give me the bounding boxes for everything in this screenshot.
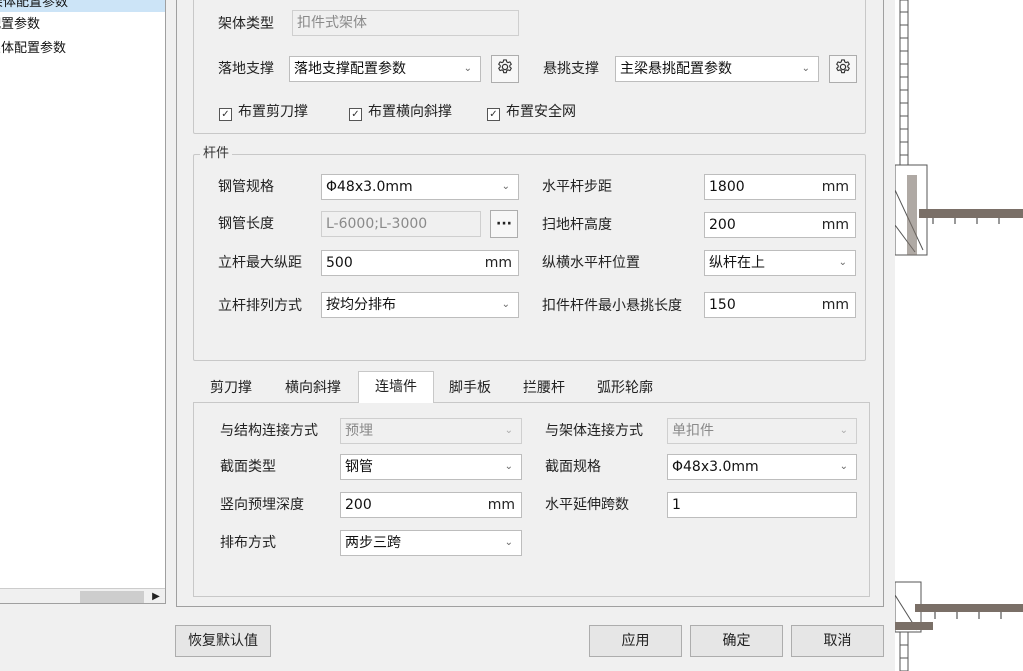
gear-icon: [834, 58, 852, 80]
rod-position-label: 纵横水平杆位置: [542, 255, 640, 271]
chevron-down-icon: ⌄: [504, 425, 513, 436]
max-spacing-input[interactable]: 500 mm: [321, 250, 519, 276]
tab-waist-rail[interactable]: 拦腰杆: [513, 373, 575, 403]
span-count-input[interactable]: 1: [667, 492, 857, 518]
scaffold-drawing: [894, 0, 1023, 671]
apply-button[interactable]: 应用: [589, 625, 682, 657]
members-group-title: 杆件: [200, 146, 233, 162]
embed-depth-input[interactable]: 200 mm: [340, 492, 522, 518]
step-input[interactable]: 1800 mm: [704, 174, 856, 200]
chevron-down-icon: ⌄: [839, 425, 848, 436]
unit-label: mm: [821, 297, 849, 313]
config-tree[interactable]: 架体配置参数 配置参数 架体配置参数 ▶: [0, 0, 166, 604]
pipe-spec-label: 钢管规格: [218, 179, 274, 195]
cantilever-settings-button[interactable]: [829, 55, 857, 83]
scrollbar-thumb[interactable]: [80, 591, 144, 603]
chevron-down-icon: ⌄: [504, 537, 513, 548]
drawing-preview[interactable]: [894, 0, 1023, 671]
layout-select[interactable]: 两步三跨 ⌄: [340, 530, 522, 556]
horizontal-scrollbar[interactable]: ▶: [0, 588, 165, 603]
chevron-down-icon: ⌄: [463, 63, 472, 74]
safety-net-checkbox[interactable]: ✓ 布置安全网: [487, 102, 576, 122]
pipe-length-field: L-6000;L-3000: [321, 211, 481, 237]
section-type-select[interactable]: 钢管 ⌄: [340, 454, 522, 480]
tab-scissor-brace[interactable]: 剪刀撑: [199, 373, 263, 403]
tree-item[interactable]: 架体配置参数: [0, 0, 165, 12]
unit-label: mm: [821, 179, 849, 195]
scissor-brace-checkbox[interactable]: ✓ 布置剪刀撑: [219, 102, 308, 122]
embed-depth-label: 竖向预埋深度: [220, 497, 304, 513]
tab-arc-contour[interactable]: 弧形轮廓: [587, 373, 663, 403]
cantilever-support-label: 悬挑支撑: [543, 61, 599, 77]
triangle-right-icon[interactable]: ▶: [148, 589, 164, 603]
tree-item[interactable]: 架体配置参数: [0, 40, 66, 58]
section-spec-select[interactable]: Φ48x3.0mm ⌄: [667, 454, 857, 480]
arrangement-label: 立杆排列方式: [218, 298, 302, 314]
cantilever-support-select[interactable]: 主梁悬挑配置参数 ⌄: [615, 56, 819, 82]
reset-defaults-button[interactable]: 恢复默认值: [175, 625, 271, 657]
sweep-height-label: 扫地杆高度: [542, 217, 612, 233]
unit-label: mm: [487, 497, 515, 513]
chevron-down-icon: ⌄: [501, 181, 510, 192]
step-label: 水平杆步距: [542, 179, 612, 195]
pipe-length-label: 钢管长度: [218, 216, 274, 232]
unit-label: mm: [821, 217, 849, 233]
struct-conn-label: 与结构连接方式: [220, 423, 318, 439]
section-spec-label: 截面规格: [545, 459, 601, 475]
pipe-length-browse-button[interactable]: ···: [490, 210, 518, 238]
frame-type-label: 架体类型: [218, 16, 274, 32]
chevron-down-icon: ⌄: [501, 299, 510, 310]
tree-item[interactable]: 配置参数: [0, 16, 40, 34]
tab-scaffold-board[interactable]: 脚手板: [439, 373, 501, 403]
tab-wall-tie[interactable]: 连墙件: [358, 371, 434, 403]
span-count-label: 水平延伸跨数: [545, 497, 629, 513]
rod-position-select[interactable]: 纵杆在上 ⌄: [704, 250, 856, 276]
section-type-label: 截面类型: [220, 459, 276, 475]
sweep-height-input[interactable]: 200 mm: [704, 212, 856, 238]
chevron-down-icon: ⌄: [504, 461, 513, 472]
layout-label: 排布方式: [220, 535, 276, 551]
unit-label: mm: [484, 255, 512, 271]
chevron-down-icon: ⌄: [838, 257, 847, 268]
ok-button[interactable]: 确定: [690, 625, 783, 657]
max-spacing-label: 立杆最大纵距: [218, 255, 302, 271]
checkbox-checked-icon: ✓: [487, 108, 500, 121]
wall-tie-panel: 与结构连接方式 预埋 ⌄ 截面类型 钢管 ⌄ 竖向预埋深度 200 mm 排布方式 两…: [193, 402, 870, 597]
tab-cross-brace[interactable]: 横向斜撑: [273, 373, 353, 403]
frame-conn-select: 单扣件 ⌄: [667, 418, 857, 444]
cancel-button[interactable]: 取消: [791, 625, 884, 657]
min-overhang-input[interactable]: 150 mm: [704, 292, 856, 318]
frame-conn-label: 与架体连接方式: [545, 423, 643, 439]
settings-panel: 架体类型 扣件式架体 落地支撑 落地支撑配置参数 ⌄ 悬挑支撑 主梁悬挑配置参数 ⌄…: [176, 0, 884, 607]
cross-brace-checkbox[interactable]: ✓ 布置横向斜撑: [349, 102, 452, 122]
checkbox-checked-icon: ✓: [219, 108, 232, 121]
frame-type-field: 扣件式架体: [292, 10, 519, 36]
floor-support-settings-button[interactable]: [491, 55, 519, 83]
chevron-down-icon: ⌄: [839, 461, 848, 472]
gear-icon: [496, 58, 514, 80]
chevron-down-icon: ⌄: [801, 63, 810, 74]
pipe-spec-select[interactable]: Φ48x3.0mm ⌄: [321, 174, 519, 200]
arrangement-select[interactable]: 按均分排布 ⌄: [321, 292, 519, 318]
ellipsis-icon: ···: [496, 216, 512, 232]
struct-conn-select: 预埋 ⌄: [340, 418, 522, 444]
floor-support-select[interactable]: 落地支撑配置参数 ⌄: [289, 56, 481, 82]
min-overhang-label: 扣件杆件最小悬挑长度: [542, 298, 682, 314]
floor-support-label: 落地支撑: [218, 61, 274, 77]
checkbox-checked-icon: ✓: [349, 108, 362, 121]
